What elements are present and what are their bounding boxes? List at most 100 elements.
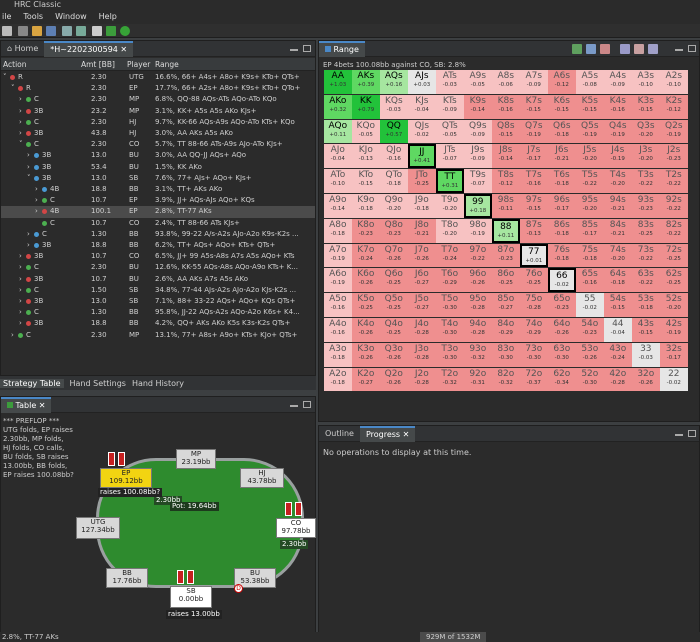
range-cell[interactable]: A4s -0.09	[604, 70, 632, 94]
range-cell[interactable]: 98s -0.11	[492, 194, 520, 218]
menu-tools[interactable]: Tools	[23, 10, 43, 24]
range-cell[interactable]: T8s -0.12	[492, 169, 520, 193]
range-cell[interactable]: J5s -0.20	[576, 144, 604, 169]
range-cell[interactable]: 32o -0.26	[632, 367, 660, 392]
range-cell[interactable]: 84s -0.21	[604, 218, 632, 243]
tool-icon[interactable]	[76, 26, 86, 36]
range-cell[interactable]: 94o -0.28	[464, 318, 492, 342]
range-cell[interactable]: K8o -0.23	[352, 218, 380, 243]
expand-icon[interactable]: ›	[19, 128, 22, 139]
expand-icon[interactable]: ›	[19, 307, 22, 318]
range-cell[interactable]: A9o -0.14	[324, 194, 352, 218]
tree-row[interactable]: › 3B 10.7 CO 6.5%, JJ+ 99 A5s-A8s A7s A5s AQ…	[1, 251, 315, 262]
range-cell[interactable]: 74s -0.20	[604, 243, 632, 268]
range-cell[interactable]: A6s -0.12	[548, 70, 576, 94]
tree-row[interactable]: › 3B 43.8 HJ 3.0%, AA AKs A5s AKo	[1, 128, 315, 139]
range-cell[interactable]: 72o -0.37	[520, 367, 548, 392]
range-cell[interactable]: 86s -0.18	[548, 218, 576, 243]
minimize-icon[interactable]	[675, 49, 683, 51]
range-cell[interactable]: AQs +0.16	[380, 70, 408, 94]
minimize-icon[interactable]	[675, 434, 683, 436]
range-cell[interactable]: AQo +0.11	[324, 119, 352, 144]
expand-icon[interactable]: ›	[19, 274, 22, 285]
expand-icon[interactable]: ›	[11, 330, 14, 341]
range-cell[interactable]: QJo -0.16	[380, 144, 408, 169]
range-cell[interactable]: 72s -0.25	[660, 243, 688, 268]
range-cell[interactable]: 73o -0.30	[520, 342, 548, 367]
expand-icon[interactable]: ›	[19, 94, 22, 105]
range-cell[interactable]: 76s -0.18	[548, 243, 576, 268]
range-cell[interactable]: 55 -0.02	[576, 293, 604, 317]
col-amt[interactable]: Amt [BB]	[81, 60, 115, 69]
expand-icon[interactable]: ˅	[3, 72, 7, 83]
range-cell[interactable]: AKs +0.39	[352, 70, 380, 94]
range-cell[interactable]: K5s -0.15	[576, 94, 604, 119]
range-cell[interactable]: 87s -0.13	[520, 218, 548, 243]
range-cell[interactable]: 43s -0.15	[632, 318, 660, 342]
range-cell[interactable]: J4s -0.19	[604, 144, 632, 169]
range-cell[interactable]: Q5s -0.19	[576, 119, 604, 144]
range-cell[interactable]: 93s -0.23	[632, 194, 660, 218]
range-cell[interactable]: JJ +0.41	[408, 144, 436, 169]
tree-row[interactable]: › C 1.50 SB 34.8%, 77-44 AJs-A2s AJo-A2o KJs…	[1, 285, 315, 296]
range-cell[interactable]: 83s -0.25	[632, 218, 660, 243]
tab-progress[interactable]: Progress ✕	[359, 425, 416, 442]
minimize-icon[interactable]	[290, 49, 298, 51]
range-cell[interactable]: 44 -0.04	[604, 318, 632, 342]
range-cell[interactable]: KQs -0.03	[380, 94, 408, 119]
range-cell[interactable]: AA +1.03	[324, 70, 352, 94]
range-cell[interactable]: ATo -0.10	[324, 169, 352, 193]
range-cell[interactable]: K3s -0.15	[632, 94, 660, 119]
range-cell[interactable]: Q2s -0.19	[660, 119, 688, 144]
new-icon[interactable]	[18, 26, 28, 36]
range-cell[interactable]: T7s -0.16	[520, 169, 548, 193]
range-cell[interactable]: 85s -0.17	[576, 218, 604, 243]
range-cell[interactable]: 95o -0.28	[464, 293, 492, 317]
tab-strategy-table[interactable]: Strategy Table	[0, 378, 64, 388]
seat-bb[interactable]: BB 17.76bb	[106, 568, 148, 588]
range-cell[interactable]: 82s -0.22	[660, 218, 688, 243]
range-cell[interactable]: 42o -0.28	[604, 367, 632, 392]
seat-utg[interactable]: UTG 127.34bb	[76, 517, 120, 539]
expand-icon[interactable]: ›	[35, 195, 38, 206]
range-cell[interactable]: KQo -0.05	[352, 119, 380, 144]
range-cell[interactable]: K2s -0.12	[660, 94, 688, 119]
tree-row[interactable]: › 3B 13.0 SB 7.1%, 88+ 33-22 AQs+ AQo+ KQs Q…	[1, 296, 315, 307]
expand-icon[interactable]: ›	[27, 229, 30, 240]
range-cell[interactable]: A3s -0.10	[632, 70, 660, 94]
range-cell[interactable]: J4o -0.28	[408, 318, 436, 342]
expand-icon[interactable]: ›	[19, 262, 22, 273]
tree-row[interactable]: ˅ C 2.30 CO 5.7%, TT 88-66 ATs-A9s AJo-ATo K…	[1, 139, 315, 150]
range-cell[interactable]: 85o -0.27	[492, 293, 520, 317]
home-icon[interactable]	[2, 26, 12, 36]
range-cell[interactable]: T3s -0.22	[632, 169, 660, 193]
range-cell[interactable]: K3o -0.26	[352, 342, 380, 367]
range-cell[interactable]: JTs -0.07	[436, 144, 464, 169]
range-cell[interactable]: KTo -0.15	[352, 169, 380, 193]
range-cell[interactable]: J3s -0.20	[632, 144, 660, 169]
maximize-icon[interactable]	[688, 45, 696, 52]
range-cell[interactable]: 43o -0.24	[604, 342, 632, 367]
expand-icon[interactable]: ›	[27, 150, 30, 161]
range-cell[interactable]: K7o -0.24	[352, 243, 380, 268]
menu-window[interactable]: Window	[55, 10, 87, 24]
tab-outline[interactable]: Outline	[319, 426, 360, 442]
range-cell[interactable]: T3o -0.30	[436, 342, 464, 367]
range-cell[interactable]: 32s -0.17	[660, 342, 688, 367]
seat-hj[interactable]: HJ 43.78bb	[240, 468, 284, 488]
range-cell[interactable]: 95s -0.20	[576, 194, 604, 218]
range-cell[interactable]: 77 +0.01	[520, 243, 548, 268]
range-cell[interactable]: 96o -0.26	[464, 268, 492, 293]
expand-icon[interactable]: ›	[35, 184, 38, 195]
range-cell[interactable]: J6o -0.27	[408, 268, 436, 293]
expand-icon[interactable]: ˅	[27, 173, 31, 184]
tab-hand[interactable]: *H~2202300594 ✕	[44, 40, 134, 57]
range-cell[interactable]: AKo +0.32	[324, 94, 352, 119]
tab-range[interactable]: Range	[319, 40, 365, 57]
range-cell[interactable]: A6o -0.19	[324, 268, 352, 293]
view-mode-icon[interactable]	[572, 44, 582, 54]
range-cell[interactable]: A2s -0.10	[660, 70, 688, 94]
range-cell[interactable]: Q9s -0.09	[464, 119, 492, 144]
range-cell[interactable]: Q5o -0.25	[380, 293, 408, 317]
tree-row[interactable]: › 3B 10.7 BU 2.6%, AA AKs A7s A5s AKo	[1, 274, 315, 285]
